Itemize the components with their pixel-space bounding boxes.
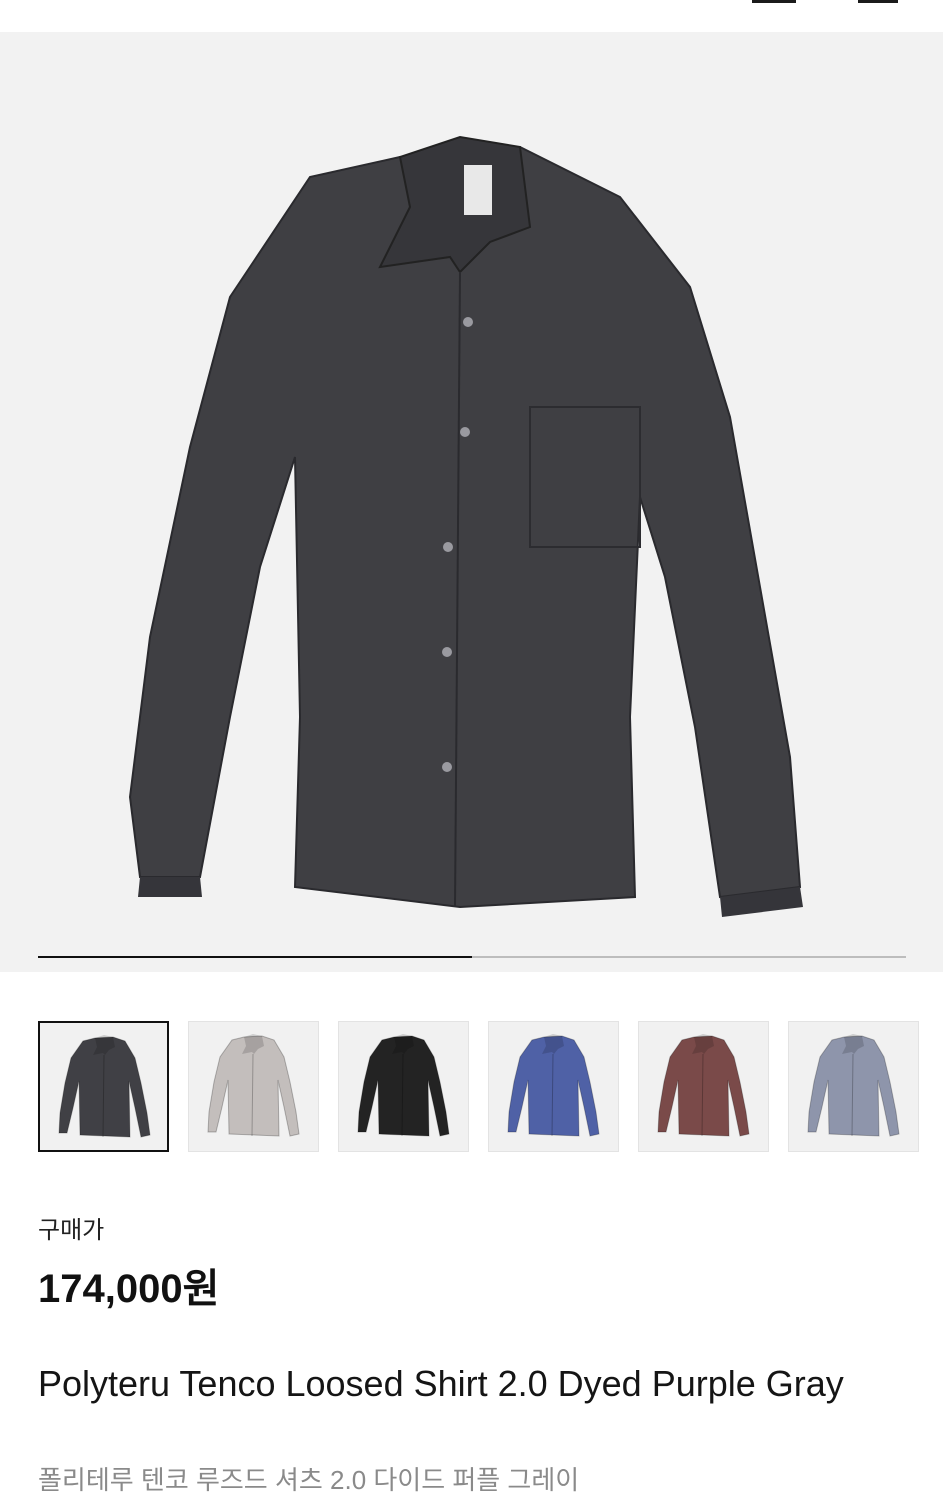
- thumbnail-dyed-purple-gray[interactable]: [38, 1021, 169, 1152]
- main-product-image: [128, 135, 803, 917]
- thumbnail-shirt-image: [207, 1034, 300, 1137]
- thumbnail-shirt-image: [657, 1034, 750, 1137]
- top-bar-icon-right[interactable]: [858, 0, 898, 3]
- thumbnail-blue[interactable]: [488, 1021, 619, 1152]
- top-bar: [0, 0, 943, 32]
- product-name-korean: 폴리테루 텐코 루즈드 셔츠 2.0 다이드 퍼플 그레이: [38, 1465, 580, 1495]
- thumbnail-shirt-image: [357, 1034, 450, 1137]
- color-thumbnails: [38, 1021, 943, 1152]
- thumbnail-shirt-image: [807, 1034, 900, 1137]
- thumbnail-gray-blue[interactable]: [788, 1021, 919, 1152]
- product-image-gallery[interactable]: [0, 32, 943, 972]
- thumbnail-shirt-image: [58, 1035, 151, 1138]
- thumbnail-light-gray[interactable]: [188, 1021, 319, 1152]
- thumbnail-brown[interactable]: [638, 1021, 769, 1152]
- top-bar-icon-left[interactable]: [752, 0, 796, 3]
- product-name-english: Polyteru Tenco Loosed Shirt 2.0 Dyed Pur…: [38, 1363, 844, 1404]
- thumbnail-black[interactable]: [338, 1021, 469, 1152]
- thumbnail-shirt-image: [507, 1034, 600, 1137]
- gallery-progress-fill: [38, 956, 472, 958]
- price-value: 174,000원: [38, 1267, 220, 1311]
- price-label: 구매가: [38, 1217, 105, 1244]
- gallery-progress-bar: [38, 956, 906, 958]
